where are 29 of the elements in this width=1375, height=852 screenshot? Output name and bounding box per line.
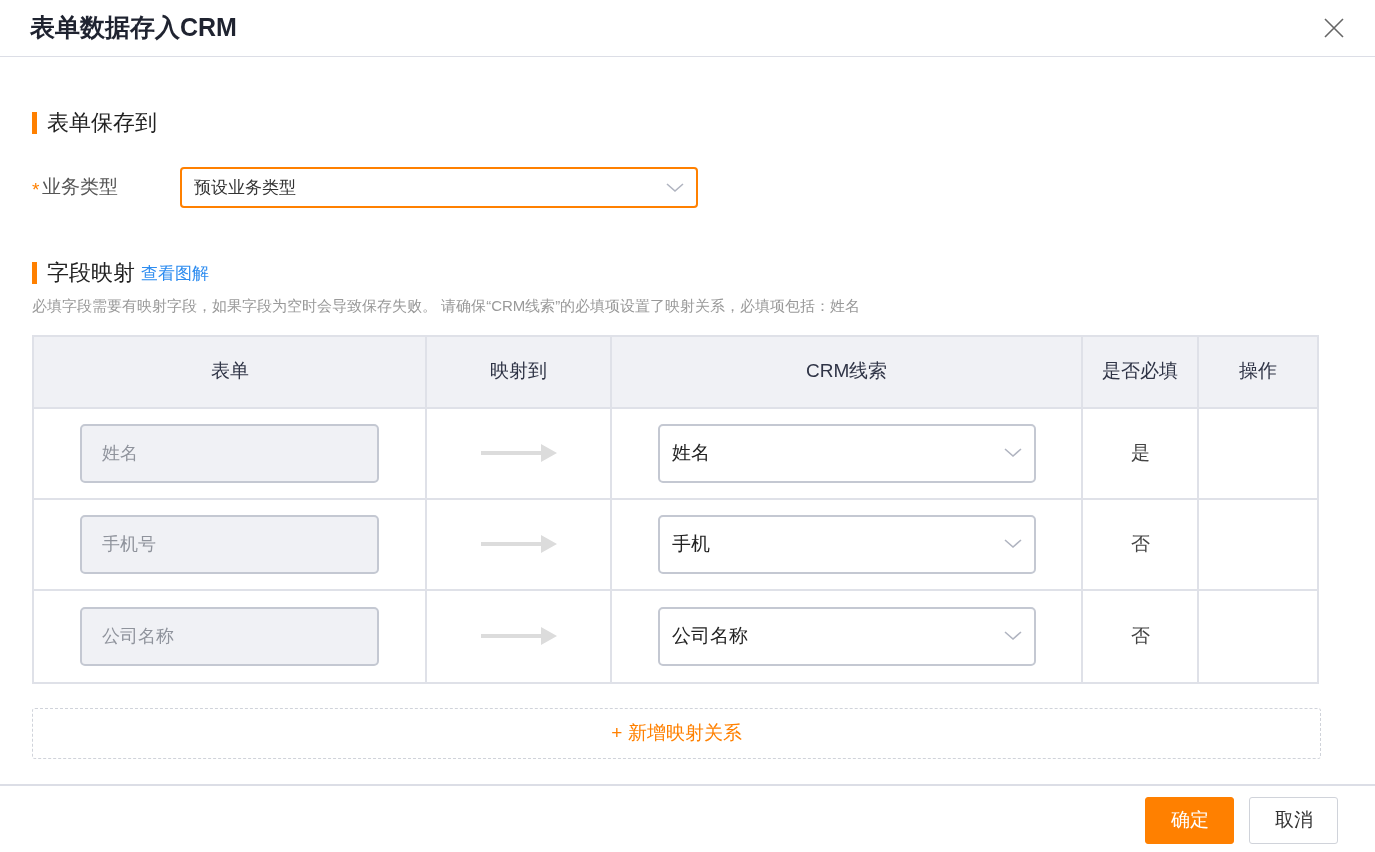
column-header: 操作 — [1238, 359, 1279, 384]
column-header: CRM线索 — [612, 336, 1084, 407]
chevron-down-icon — [666, 182, 684, 193]
required-mark: * — [32, 178, 40, 203]
table-cell-text: 否 — [1130, 531, 1150, 556]
chevron-down-icon — [1003, 631, 1022, 641]
business-type-select[interactable]: 预设业务类型 — [180, 167, 698, 208]
cancel-button[interactable]: 取消 — [1249, 796, 1338, 844]
hint-text: 必填字段需要有映射字段，如果字段为空时会导致保存失败。 请确保“CRM线索”的必填项设置了映射关系，必填项包括：姓名 — [32, 296, 862, 316]
column-header: 是否必填 — [1083, 336, 1200, 407]
chevron-down-icon — [1003, 539, 1022, 549]
table-cell-text: 否 — [1130, 623, 1150, 648]
add-mapping-button[interactable]: + 新增映射关系 — [32, 707, 1321, 759]
confirm-button[interactable]: 确定 — [1145, 796, 1234, 844]
diagram-link[interactable]: 查看图解 — [141, 261, 209, 287]
arrow-right-icon — [480, 626, 557, 646]
column-header: 映射到 — [427, 336, 613, 407]
arrow-right-icon — [480, 534, 557, 554]
section-marker — [32, 261, 37, 284]
section-heading: 表单保存到 — [47, 109, 157, 137]
section-marker — [32, 111, 37, 134]
table-cell-text: 是 — [1130, 440, 1150, 465]
chevron-down-icon — [1003, 448, 1022, 458]
dialog-title: 表单数据存入CRM — [30, 12, 237, 44]
field-label: 业务类型 — [42, 175, 119, 200]
arrow-right-icon — [480, 443, 557, 463]
section-heading: 字段映射 — [47, 259, 135, 287]
close-icon[interactable] — [1323, 17, 1345, 39]
column-header: 表单 — [34, 336, 428, 407]
